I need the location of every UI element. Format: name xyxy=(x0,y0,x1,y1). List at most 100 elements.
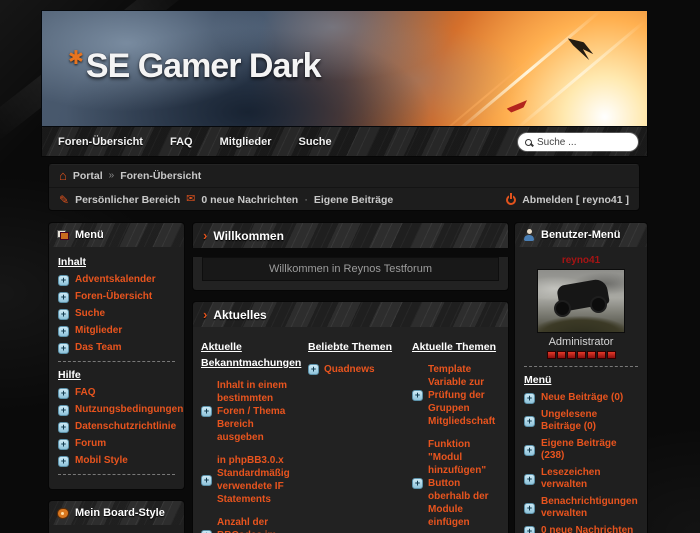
sidebar-item-foren-uebersicht[interactable]: Foren-Übersicht xyxy=(58,291,175,303)
breadcrumb-portal[interactable]: Portal xyxy=(73,170,103,182)
sidebar-item-datenschutzrichtlinie[interactable]: Datenschutzrichtlinie xyxy=(58,421,175,433)
topic-link[interactable]: Funktion "Modul hinzufügen" Button oberh… xyxy=(412,438,500,529)
plus-bullet-icon xyxy=(524,474,535,485)
sidebar-item-label: Mitglieder xyxy=(75,325,122,337)
site-logo[interactable]: SE Gamer Dark xyxy=(68,47,321,86)
username-link[interactable]: reyno41 xyxy=(524,255,638,266)
sidebar-item-forum[interactable]: Forum xyxy=(58,438,175,450)
breadcrumb: Portal » Foren-Übersicht xyxy=(49,164,639,188)
arrow-icon xyxy=(203,229,207,242)
usermenu-item-ungelesene-beitraege[interactable]: Ungelesene Beiträge (0) xyxy=(524,409,638,433)
sidebar-item-adventskalender[interactable]: Adventskalender xyxy=(58,274,175,286)
page: SE Gamer Dark Foren-Übersicht FAQ Mitgli… xyxy=(0,0,700,533)
plus-bullet-icon xyxy=(524,526,535,533)
logout-link[interactable]: Abmelden [ reyno41 ] xyxy=(522,194,629,206)
sidebar-item-suche[interactable]: Suche xyxy=(58,308,175,320)
welcome-title: Willkommen xyxy=(213,229,284,243)
nav-item-mitglieder[interactable]: Mitglieder xyxy=(220,136,272,148)
topic-link[interactable]: Inhalt in einem bestimmten Foren / Thema… xyxy=(201,379,296,444)
welcome-section: Willkommen Willkommen in Reynos Testforu… xyxy=(192,222,509,291)
rank-star xyxy=(597,351,606,359)
nav-item-foren-uebersicht[interactable]: Foren-Übersicht xyxy=(58,136,143,148)
recent-topics-heading: Aktuelle Themen xyxy=(412,339,500,355)
topic-label: Funktion "Modul hinzufügen" Button oberh… xyxy=(428,438,500,529)
rank-star xyxy=(547,351,556,359)
usermenu-item-label: Eigene Beiträge (238) xyxy=(541,438,638,462)
personal-area-link[interactable]: Persönlicher Bereich xyxy=(75,194,180,206)
nav-item-suche[interactable]: Suche xyxy=(299,136,332,148)
nav-item-faq[interactable]: FAQ xyxy=(170,136,193,148)
person-icon xyxy=(523,229,535,241)
sidebar-item-faq[interactable]: FAQ xyxy=(58,387,175,399)
board-style-body: SE Gamer Dark xyxy=(48,525,185,533)
site-title: SE Gamer Dark xyxy=(86,47,321,86)
user-menu-body: reyno41 Administrator Menü xyxy=(514,247,648,533)
rank-star xyxy=(577,351,586,359)
right-sidebar: Benutzer-Menü reyno41 Administrator xyxy=(514,222,648,533)
star-icon xyxy=(68,49,84,68)
messages-link[interactable]: 0 neue Nachrichten xyxy=(201,194,298,206)
plus-bullet-icon xyxy=(58,326,69,337)
usermenu-item-neue-beitraege[interactable]: Neue Beiträge (0) xyxy=(524,392,638,404)
sidebar-item-label: Mobil Style xyxy=(75,455,128,467)
recent-topics-column: Aktuelle Themen Template Variable zur Pr… xyxy=(412,339,500,533)
sidebar-item-mobil-style[interactable]: Mobil Style xyxy=(58,455,175,467)
search-box[interactable] xyxy=(518,133,638,151)
menu-box-body: Inhalt Adventskalender Foren-Übersicht S… xyxy=(48,247,185,490)
topic-link[interactable]: Template Variable zur Prüfung der Gruppe… xyxy=(412,363,500,428)
usermenu-item-eigene-beitraege[interactable]: Eigene Beiträge (238) xyxy=(524,438,638,462)
light-streak xyxy=(454,10,601,127)
plus-bullet-icon xyxy=(58,292,69,303)
sidebar-item-nutzungsbedingungen[interactable]: Nutzungsbedingungen xyxy=(58,404,175,416)
popular-topics-column: Beliebte Themen Quadnews xyxy=(308,339,400,533)
usermenu-item-benachrichtigungen[interactable]: Benachrichtigungen verwalten xyxy=(524,496,638,520)
plus-bullet-icon xyxy=(201,406,212,417)
usermenu-item-lesezeichen[interactable]: Lesezeichen verwalten xyxy=(524,467,638,491)
news-title: Aktuelles xyxy=(213,308,266,322)
rank-stars xyxy=(524,351,638,359)
plus-bullet-icon xyxy=(412,478,423,489)
home-icon[interactable] xyxy=(59,169,67,182)
topic-link[interactable]: Anzahl der BBCodes im phpBB Foren xyxy=(201,516,296,533)
user-links-bar: Persönlicher Bereich 0 neue Nachrichten … xyxy=(49,188,639,211)
rank-star xyxy=(607,351,616,359)
sidebar-item-label: Adventskalender xyxy=(75,274,156,286)
breadcrumb-separator: » xyxy=(109,170,115,181)
usermenu-item-label: Lesezeichen verwalten xyxy=(541,467,638,491)
plus-bullet-icon xyxy=(201,475,212,486)
sidebar-item-label: FAQ xyxy=(75,387,96,399)
inhalt-heading: Inhalt xyxy=(58,256,175,268)
usermenu-item-label: Neue Beiträge (0) xyxy=(541,392,623,404)
menu-box-header: Menü xyxy=(48,222,185,247)
own-posts-link[interactable]: Eigene Beiträge xyxy=(314,194,393,206)
topic-link[interactable]: Quadnews xyxy=(308,363,400,376)
sidebar-item-mitglieder[interactable]: Mitglieder xyxy=(58,325,175,337)
welcome-header: Willkommen xyxy=(192,222,509,248)
plus-bullet-icon xyxy=(58,343,69,354)
news-section: Aktuelles Aktuelle Bekanntmachungen Inha… xyxy=(192,301,509,533)
user-menu-box: Benutzer-Menü reyno41 Administrator xyxy=(514,222,648,533)
divider xyxy=(58,474,175,475)
topic-label: Quadnews xyxy=(324,363,375,376)
plus-bullet-icon xyxy=(524,416,535,427)
search-input[interactable] xyxy=(537,137,622,148)
rank-star xyxy=(567,351,576,359)
avatar[interactable] xyxy=(537,269,625,333)
welcome-body: Willkommen in Reynos Testforum xyxy=(192,257,509,291)
dot-separator: · xyxy=(304,194,308,206)
breadcrumb-current[interactable]: Foren-Übersicht xyxy=(120,170,201,182)
welcome-message: Willkommen in Reynos Testforum xyxy=(202,257,499,281)
usermenu-item-label: Benachrichtigungen verwalten xyxy=(541,496,638,520)
sidebar-item-label: Das Team xyxy=(75,342,122,354)
popular-topics-heading: Beliebte Themen xyxy=(308,339,400,355)
news-body: Aktuelle Bekanntmachungen Inhalt in eine… xyxy=(192,327,509,533)
usermenu-item-nachrichten[interactable]: 0 neue Nachrichten xyxy=(524,525,638,533)
plus-bullet-icon xyxy=(58,422,69,433)
header-banner: SE Gamer Dark xyxy=(41,10,648,127)
mail-icon xyxy=(186,194,195,205)
sidebar-item-das-team[interactable]: Das Team xyxy=(58,342,175,354)
topic-link[interactable]: in phpBB3.0.x Standardmäßig verwendete I… xyxy=(201,454,296,506)
topic-label: Anzahl der BBCodes im phpBB Foren xyxy=(217,516,296,533)
debris-shape xyxy=(507,98,530,115)
news-header: Aktuelles xyxy=(192,301,509,327)
